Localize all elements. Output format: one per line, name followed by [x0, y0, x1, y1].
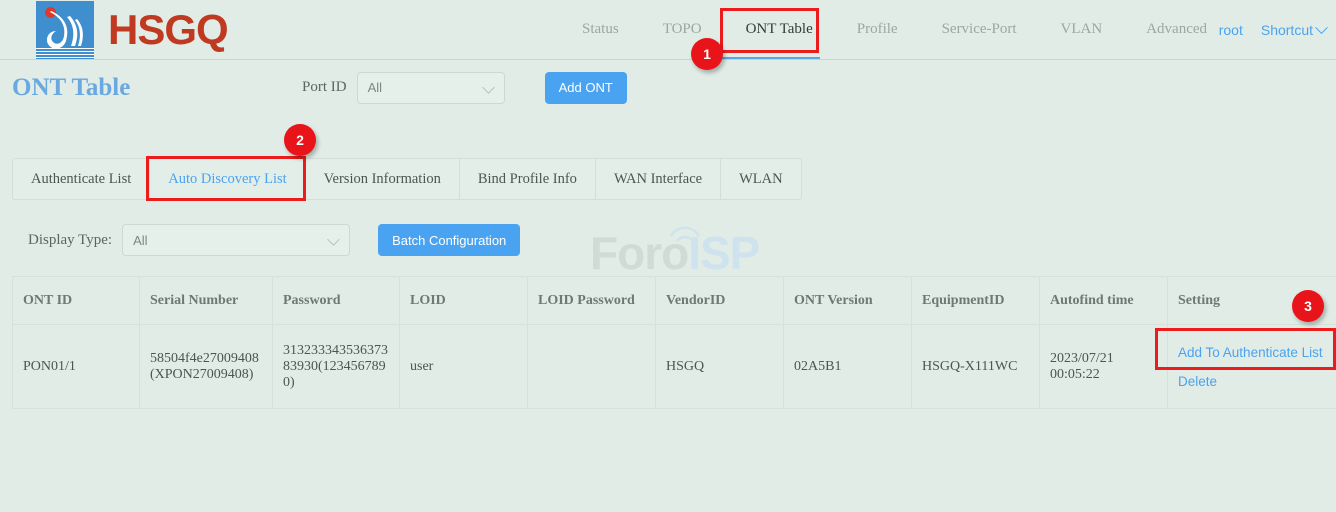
cell-loid: user [400, 325, 528, 409]
batch-configuration-button[interactable]: Batch Configuration [378, 224, 520, 256]
col-header-equipment-id: EquipmentID [912, 277, 1040, 325]
cell-autofind-time: 2023/07/21 00:05:22 [1040, 325, 1168, 409]
tab-wan-interface[interactable]: WAN Interface [596, 159, 721, 199]
cell-ont-version: 02A5B1 [784, 325, 912, 409]
filter-row: Display Type: All Batch Configuration [28, 224, 520, 256]
col-header-loid-password: LOID Password [528, 277, 656, 325]
active-nav-underline [718, 57, 820, 59]
annotation-badge-1: 1 [691, 38, 723, 70]
cell-loid-password [528, 325, 656, 409]
page-title: ONT Table [12, 74, 302, 102]
sub-tabs: Authenticate List Auto Discovery List Ve… [12, 158, 802, 200]
cell-equipment-id: HSGQ-X111WC [912, 325, 1040, 409]
cell-vendor-id: HSGQ [656, 325, 784, 409]
col-header-loid: LOID [400, 277, 528, 325]
shortcut-label: Shortcut [1261, 22, 1313, 38]
foroisp-watermark: ForoISP [590, 226, 759, 280]
annotation-badge-2: 2 [284, 124, 316, 156]
nav-item-status[interactable]: Status [560, 0, 641, 59]
col-header-vendor-id: VendorID [656, 277, 784, 325]
table-header-row: ONT ID Serial Number Password LOID LOID … [13, 277, 1336, 325]
nav-item-advanced[interactable]: Advanced [1124, 0, 1229, 59]
nav-item-service-port[interactable]: Service-Port [920, 0, 1039, 59]
col-header-autofind-time: Autofind time [1040, 277, 1168, 325]
watermark-part-foro: Foro [590, 227, 688, 279]
table-row: PON01/1 58504f4e27009408(XPON27009408) 3… [13, 325, 1336, 409]
col-header-ont-id: ONT ID [13, 277, 140, 325]
annotation-badge-3: 3 [1292, 290, 1324, 322]
cell-password: 31323334353637383930(1234567890) [273, 325, 400, 409]
add-ont-button[interactable]: Add ONT [545, 72, 627, 104]
tab-auto-discovery-list[interactable]: Auto Discovery List [150, 159, 305, 199]
tab-wlan[interactable]: WLAN [721, 159, 801, 199]
port-id-value: All [368, 80, 382, 95]
cell-ont-id: PON01/1 [13, 325, 140, 409]
col-header-ont-version: ONT Version [784, 277, 912, 325]
nav-item-vlan[interactable]: VLAN [1039, 0, 1125, 59]
tab-version-information[interactable]: Version Information [306, 159, 460, 199]
watermark-part-isp: ISP [688, 227, 759, 279]
nav-item-ont-table[interactable]: ONT Table [724, 0, 835, 59]
display-type-label: Display Type: [28, 232, 112, 249]
brand-name: HSGQ [108, 9, 228, 51]
delete-link[interactable]: Delete [1178, 374, 1326, 389]
tab-authenticate-list[interactable]: Authenticate List [13, 159, 150, 199]
cell-setting: Add To Authenticate List Delete [1168, 325, 1336, 409]
display-type-select[interactable]: All [122, 224, 350, 256]
cell-serial-number: 58504f4e27009408(XPON27009408) [140, 325, 273, 409]
hsgq-swirl-logo-icon [36, 1, 94, 59]
brand: HSGQ [36, 1, 228, 59]
header-user-area: root Shortcut [1219, 0, 1326, 59]
main-nav: Status TOPO ONT Table Profile Service-Po… [560, 0, 1229, 59]
app-header: HSGQ Status TOPO ONT Table Profile Servi… [0, 0, 1336, 60]
ont-table: ONT ID Serial Number Password LOID LOID … [12, 276, 1336, 409]
wifi-arc-icon [665, 222, 705, 244]
nav-item-profile[interactable]: Profile [835, 0, 920, 59]
col-header-password: Password [273, 277, 400, 325]
logo-stripes [36, 48, 94, 59]
port-id-label: Port ID [302, 79, 347, 96]
shortcut-menu[interactable]: Shortcut [1261, 22, 1326, 38]
add-to-authenticate-list-link[interactable]: Add To Authenticate List [1178, 345, 1326, 360]
col-header-serial-number: Serial Number [140, 277, 273, 325]
chevron-down-icon [1315, 21, 1328, 34]
chevron-down-icon [482, 81, 495, 94]
user-link-root[interactable]: root [1219, 22, 1243, 38]
ont-table-page: HSGQ Status TOPO ONT Table Profile Servi… [0, 0, 1336, 512]
tab-bind-profile-info[interactable]: Bind Profile Info [460, 159, 596, 199]
title-row: ONT Table Port ID All Add ONT [0, 60, 1336, 115]
port-id-select[interactable]: All [357, 72, 505, 104]
ont-table-container: ONT ID Serial Number Password LOID LOID … [12, 276, 1336, 409]
display-type-value: All [133, 233, 147, 248]
chevron-down-icon [327, 233, 340, 246]
